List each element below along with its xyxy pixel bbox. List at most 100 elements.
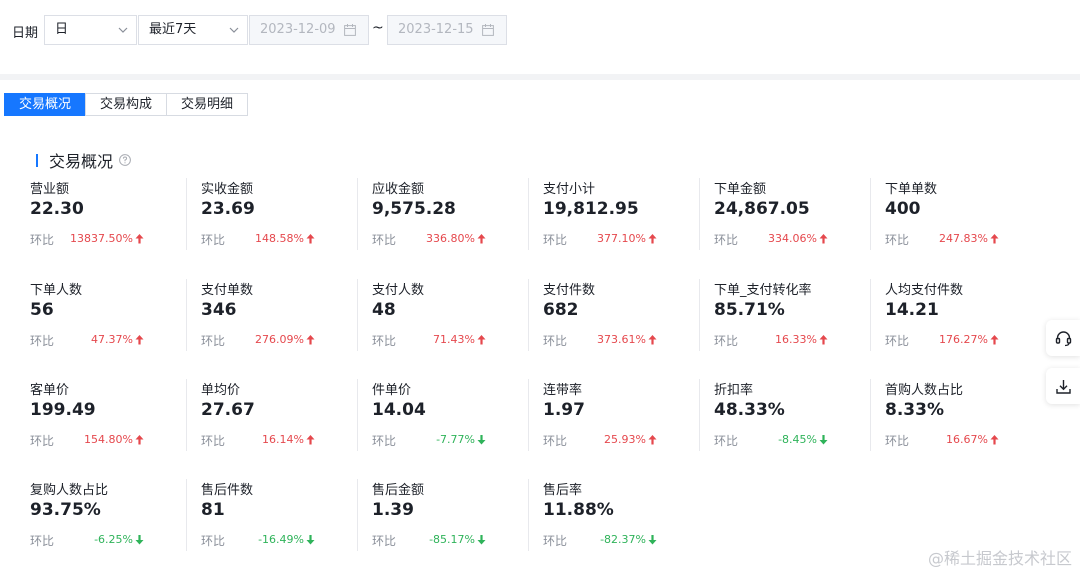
start-date-value: 2023-12-09 [260, 22, 336, 37]
metric-change: 247.83% [939, 232, 988, 245]
metric-divider [870, 379, 871, 451]
metric-label: 实收金额 [201, 182, 254, 197]
metric-divider [528, 479, 529, 551]
arrow-down-icon [648, 535, 657, 545]
metric-change: 16.14% [262, 433, 304, 446]
metric-value: 346 [201, 300, 237, 320]
metric-label: 下单金额 [714, 182, 767, 197]
calendar-icon [482, 24, 494, 36]
tab-composition[interactable]: 交易构成 [85, 93, 168, 116]
metric-value: 48 [372, 300, 396, 320]
metric-change: -6.25% [94, 533, 133, 546]
metric-card: 单均价 27.67 环比 16.14% [186, 379, 357, 451]
metric-label: 支付件数 [543, 283, 596, 298]
arrow-up-icon [990, 234, 999, 244]
metric-label: 件单价 [372, 383, 412, 398]
metric-label: 售后率 [543, 483, 583, 498]
metric-value: 1.97 [543, 400, 585, 420]
metric-value: 23.69 [201, 199, 255, 219]
metric-label: 连带率 [543, 383, 583, 398]
metric-value: 27.67 [201, 400, 255, 420]
customer-service-button[interactable] [1046, 320, 1080, 356]
granularity-select[interactable]: 日 [44, 15, 137, 45]
metric-value: 11.88% [543, 500, 614, 520]
metric-compare-label: 环比 [201, 534, 226, 548]
metric-value: 8.33% [885, 400, 944, 420]
metric-card: 复购人数占比 93.75% 环比 -6.25% [15, 479, 186, 551]
watermark-text: @稀土掘金技术社区 [927, 549, 1072, 568]
metric-change: 176.27% [939, 333, 988, 346]
tab-overview[interactable]: 交易概况 [4, 93, 87, 116]
metric-label: 复购人数占比 [30, 483, 109, 498]
range-select[interactable]: 最近7天 [138, 15, 248, 45]
metric-compare-label: 环比 [543, 334, 568, 348]
filter-bar: 日期 日 最近7天 2023-12-09 ~ 2023-12-15 [0, 0, 1080, 74]
download-button[interactable] [1046, 368, 1080, 404]
metric-change: 13837.50% [70, 232, 133, 245]
metric-card: 件单价 14.04 环比 -7.77% [357, 379, 528, 451]
arrow-up-icon [135, 234, 144, 244]
metric-divider [528, 279, 529, 351]
metric-card: 折扣率 48.33% 环比 -8.45% [699, 379, 870, 451]
metric-value: 81 [201, 500, 225, 520]
metric-compare-label: 环比 [30, 534, 55, 548]
metric-card: 连带率 1.97 环比 25.93% [528, 379, 699, 451]
calendar-icon [344, 24, 356, 36]
help-icon[interactable] [119, 154, 131, 166]
metric-card: 下单金额 24,867.05 环比 334.06% [699, 178, 870, 250]
metric-change: -82.37% [600, 533, 646, 546]
metric-compare-label: 环比 [885, 233, 910, 247]
metric-card: 支付人数 48 环比 71.43% [357, 279, 528, 351]
metric-compare-label: 环比 [714, 434, 739, 448]
start-date-input[interactable]: 2023-12-09 [249, 15, 369, 45]
metric-divider [528, 178, 529, 250]
metric-compare-label: 环比 [372, 534, 397, 548]
metric-compare-label: 环比 [30, 334, 55, 348]
metric-divider [357, 379, 358, 451]
metric-change: 47.37% [91, 333, 133, 346]
metric-divider [357, 178, 358, 250]
metric-value: 93.75% [30, 500, 101, 520]
metric-value: 19,812.95 [543, 199, 639, 219]
metric-compare-label: 环比 [543, 534, 568, 548]
arrow-up-icon [477, 234, 486, 244]
metric-divider [357, 279, 358, 351]
metric-label: 应收金额 [372, 182, 425, 197]
arrow-up-icon [306, 435, 315, 445]
metric-label: 营业额 [30, 182, 70, 197]
metric-compare-label: 环比 [885, 434, 910, 448]
metric-divider [186, 479, 187, 551]
metric-divider [870, 279, 871, 351]
chevron-down-icon [118, 27, 128, 33]
metric-divider [870, 178, 871, 250]
section-title-text: 交易概况 [49, 152, 114, 171]
section-title: 交易概况 [36, 150, 131, 171]
metric-card: 客单价 199.49 环比 154.80% [15, 379, 186, 451]
main-panel: 交易概况 交易构成 交易明细 交易概况 营业额 22.30 环比 13837.50% 实… [0, 80, 1080, 575]
metric-change: -16.49% [258, 533, 304, 546]
date-separator: ~ [372, 20, 384, 36]
metric-label: 支付单数 [201, 283, 254, 298]
arrow-up-icon [306, 335, 315, 345]
metric-label: 支付人数 [372, 283, 425, 298]
headset-icon [1055, 331, 1072, 347]
metric-label: 售后件数 [201, 483, 254, 498]
metric-value: 400 [885, 199, 921, 219]
metric-change: -85.17% [429, 533, 475, 546]
metric-change: 377.10% [597, 232, 646, 245]
metric-compare-label: 环比 [543, 434, 568, 448]
arrow-up-icon [306, 234, 315, 244]
arrow-up-icon [648, 335, 657, 345]
chevron-down-icon [229, 27, 239, 33]
end-date-input[interactable]: 2023-12-15 [387, 15, 507, 45]
arrow-up-icon [135, 435, 144, 445]
metric-card: 下单_支付转化率 85.71% 环比 16.33% [699, 279, 870, 351]
metric-compare-label: 环比 [714, 233, 739, 247]
arrow-down-icon [306, 535, 315, 545]
metric-divider [699, 178, 700, 250]
tab-details[interactable]: 交易明细 [166, 93, 249, 116]
arrow-up-icon [648, 435, 657, 445]
tab-bar: 交易概况 交易构成 交易明细 [4, 93, 249, 116]
metric-compare-label: 环比 [372, 233, 397, 247]
metric-label: 下单人数 [30, 283, 83, 298]
